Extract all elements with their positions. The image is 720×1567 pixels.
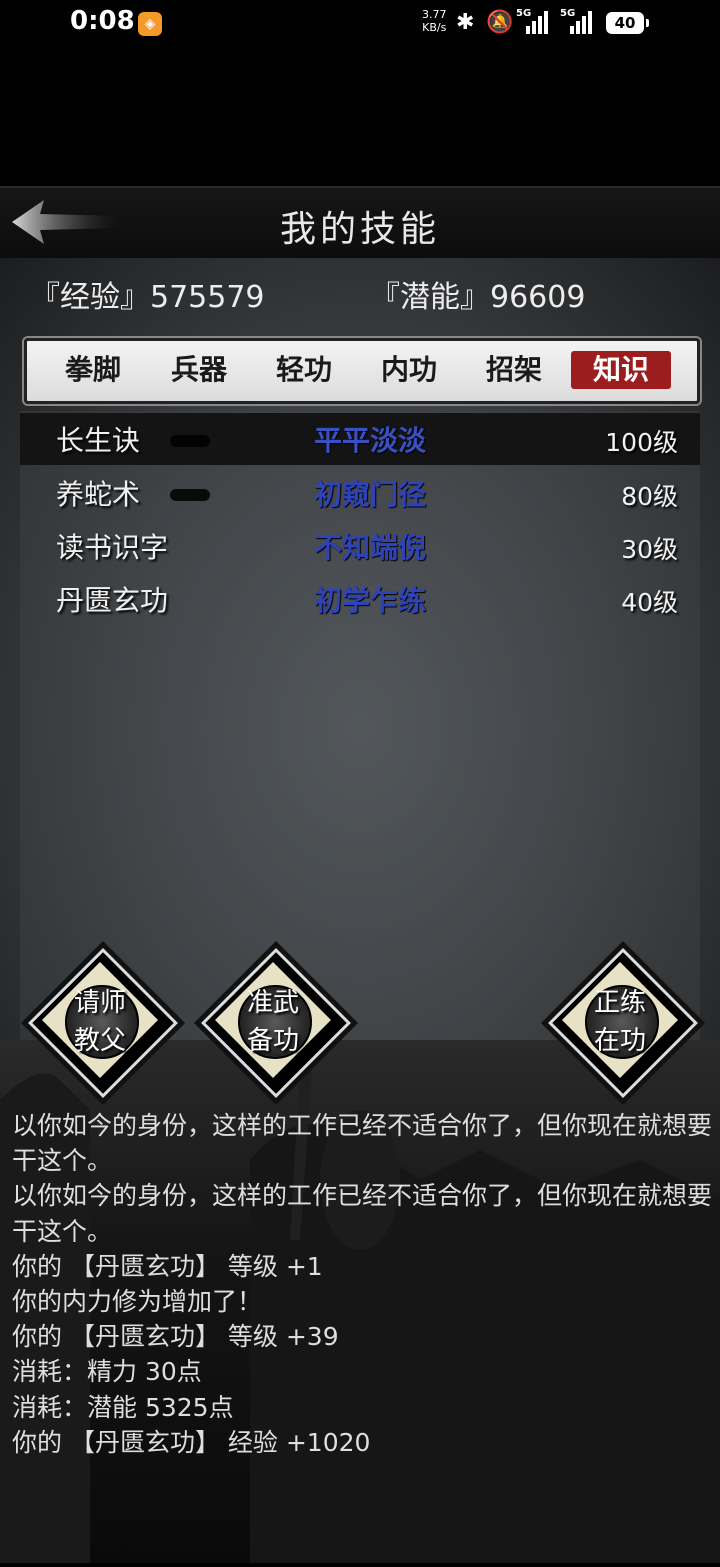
skill-name: 丹匮玄功: [56, 584, 169, 617]
sim2-type: 5G: [560, 8, 576, 19]
skill-row[interactable]: 读书识字 不知端倪 30级: [20, 520, 700, 572]
tab-weapon[interactable]: 兵器: [155, 351, 243, 389]
tab-inner[interactable]: 内功: [365, 351, 453, 389]
experience-stat: 『经验』575579: [30, 280, 265, 315]
practice-skill-label: 正练 在功: [552, 984, 688, 1060]
page-title: 我的技能: [279, 209, 440, 250]
practice-skill-line1: 正练: [593, 988, 646, 1018]
skill-row[interactable]: 丹匮玄功 初学乍练 40级: [20, 573, 700, 625]
signal-icon-sim2: 5G: [560, 8, 592, 34]
log-line: 消耗：精力 30点: [12, 1357, 202, 1387]
log-line: 消耗：潜能 5325点: [12, 1392, 234, 1422]
potential-stat: 『潜能』96609: [370, 280, 586, 315]
log-line: 你的内力修为增加了！: [12, 1287, 263, 1317]
log-line: 以你如今的身份，这样的工作已经不适合你了，但你现在就想要干这个。: [12, 1111, 713, 1176]
skill-level: 100级: [605, 428, 678, 457]
skill-name: 养蛇术: [56, 478, 141, 511]
network-speed: 3.77 KB/s: [422, 8, 447, 34]
skill-grade: 不知端倪: [313, 531, 426, 564]
tab-knowledge[interactable]: 知识: [571, 351, 671, 389]
mute-bell-icon: 🔕: [486, 10, 514, 35]
skill-row[interactable]: 长生诀 平平淡淡 100级: [20, 413, 700, 465]
practice-skill-button[interactable]: 正练 在功: [548, 948, 698, 1098]
tab-fist[interactable]: 拳脚: [49, 351, 137, 389]
top-header: 我的技能: [0, 186, 720, 260]
log-line: 你的 【丹匮玄功】 等级 +1: [12, 1251, 323, 1281]
prepare-skill-line1: 准武: [246, 988, 299, 1018]
tab-parry[interactable]: 招架: [470, 351, 558, 389]
ask-teacher-button[interactable]: 请师 教父: [28, 948, 178, 1098]
sim1-type: 5G: [516, 8, 532, 19]
skill-category-tabs: 拳脚 兵器 轻功 内功 招架 知识: [24, 338, 700, 404]
log-line: 你的 【丹匮玄功】 等级 +39: [12, 1322, 339, 1352]
ask-teacher-line2: 教父: [73, 1026, 126, 1056]
net-speed-value: 3.77: [422, 8, 447, 21]
app-notification-icon: ◈: [138, 12, 162, 36]
prepare-skill-line2: 备功: [246, 1026, 299, 1056]
skill-name: 长生诀: [56, 424, 141, 457]
prepare-skill-button[interactable]: 准武 备功: [201, 948, 351, 1098]
status-bar: 0:08 ◈ 3.77 KB/s ✱ 🔕 5G 5G 40: [0, 0, 720, 50]
net-speed-unit: KB/s: [422, 21, 447, 34]
skill-name: 读书识字: [56, 531, 169, 564]
skill-grade: 平平淡淡: [313, 424, 426, 457]
message-log: 以你如今的身份，这样的工作已经不适合你了，但你现在就想要干这个。 以你如今的身份…: [12, 1108, 712, 1460]
bluetooth-icon: ✱: [456, 10, 475, 35]
skill-row[interactable]: 养蛇术 初窥门径 80级: [20, 467, 700, 519]
log-line: 你的 【丹匮玄功】 经验 +1020: [12, 1427, 371, 1457]
clock: 0:08: [70, 6, 135, 36]
signal-icon-sim1: 5G: [516, 8, 548, 34]
skill-grade: 初学乍练: [313, 584, 426, 617]
battery-icon: 40: [606, 12, 649, 34]
ask-teacher-line1: 请师: [73, 988, 126, 1018]
ask-teacher-label: 请师 教父: [32, 984, 168, 1060]
log-line: 以你如今的身份，这样的工作已经不适合你了，但你现在就想要干这个。: [12, 1181, 713, 1246]
prepare-skill-label: 准武 备功: [205, 984, 341, 1060]
skill-level: 80级: [621, 482, 678, 511]
skill-level: 40级: [621, 588, 678, 617]
tab-lightness[interactable]: 轻功: [260, 351, 348, 389]
practice-skill-line2: 在功: [593, 1026, 646, 1056]
skill-grade: 初窥门径: [313, 478, 426, 511]
skill-level: 30级: [621, 535, 678, 564]
